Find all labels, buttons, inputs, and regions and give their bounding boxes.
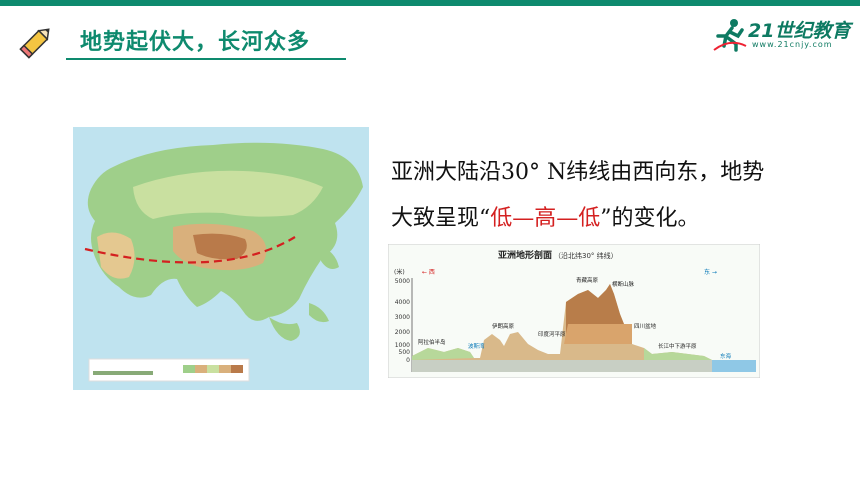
ytick: 500	[399, 349, 411, 356]
page-title: 地势起伏大，长河众多	[80, 30, 311, 55]
ytick: 4000	[395, 299, 410, 306]
description-line-2: 大致呈现“低—高—低”的变化。	[391, 196, 831, 242]
ytick: 0	[406, 357, 410, 364]
label-east-sea: 东海	[720, 352, 732, 360]
description-text: 亚洲大陆沿30° N纬线由西向东，地势 大致呈现“低—高—低”的变化。	[391, 150, 831, 242]
pencil-icon	[19, 28, 50, 59]
description-line-1: 亚洲大陆沿30° N纬线由西向东，地势	[391, 160, 765, 185]
asia-topographic-map	[73, 127, 369, 390]
terrain-pattern-highlight: 低—高—低	[490, 206, 601, 231]
label-persian-gulf: 波斯湾	[468, 342, 485, 350]
label-iran: 伊朗高原	[492, 322, 515, 330]
slide-header: 地势起伏大，长河众多 21世纪教育 www.21cnjy.com	[0, 6, 860, 64]
ytick: 5000	[395, 278, 410, 285]
runner-logo-icon	[713, 19, 747, 52]
line2-prefix: 大致呈现“	[391, 206, 491, 231]
west-label: ← 西	[422, 269, 435, 276]
profile-subtitle: （沿北纬30° 纬线）	[554, 251, 618, 260]
ytick: 2000	[395, 329, 410, 336]
logo: 21世纪教育 www.21cnjy.com	[712, 14, 852, 56]
east-label: 东 →	[704, 268, 717, 276]
label-yangtze: 长江中下游平原	[658, 342, 697, 350]
logo-text: 21世纪教育	[748, 20, 851, 42]
line2-suffix: ”的变化。	[600, 206, 700, 231]
label-hengduan: 横断山脉	[612, 280, 635, 288]
label-tibet: 青藏高原	[576, 276, 599, 284]
profile-title: 亚洲地形剖面	[498, 249, 552, 261]
ytick: 3000	[395, 314, 410, 321]
title-box: 地势起伏大，长河众多	[66, 20, 346, 60]
logo-url: www.21cnjy.com	[752, 40, 833, 49]
label-arabia: 阿拉伯半岛	[418, 338, 446, 346]
profile-unit: (米)	[394, 268, 405, 276]
ytick: 1000	[395, 342, 410, 349]
label-sichuan: 四川盆地	[634, 322, 657, 330]
terrain-profile-diagram: 亚洲地形剖面 （沿北纬30° 纬线） (米) ← 西 东 → 5000 4000…	[388, 244, 760, 378]
label-indus: 印度河平原	[538, 330, 566, 338]
